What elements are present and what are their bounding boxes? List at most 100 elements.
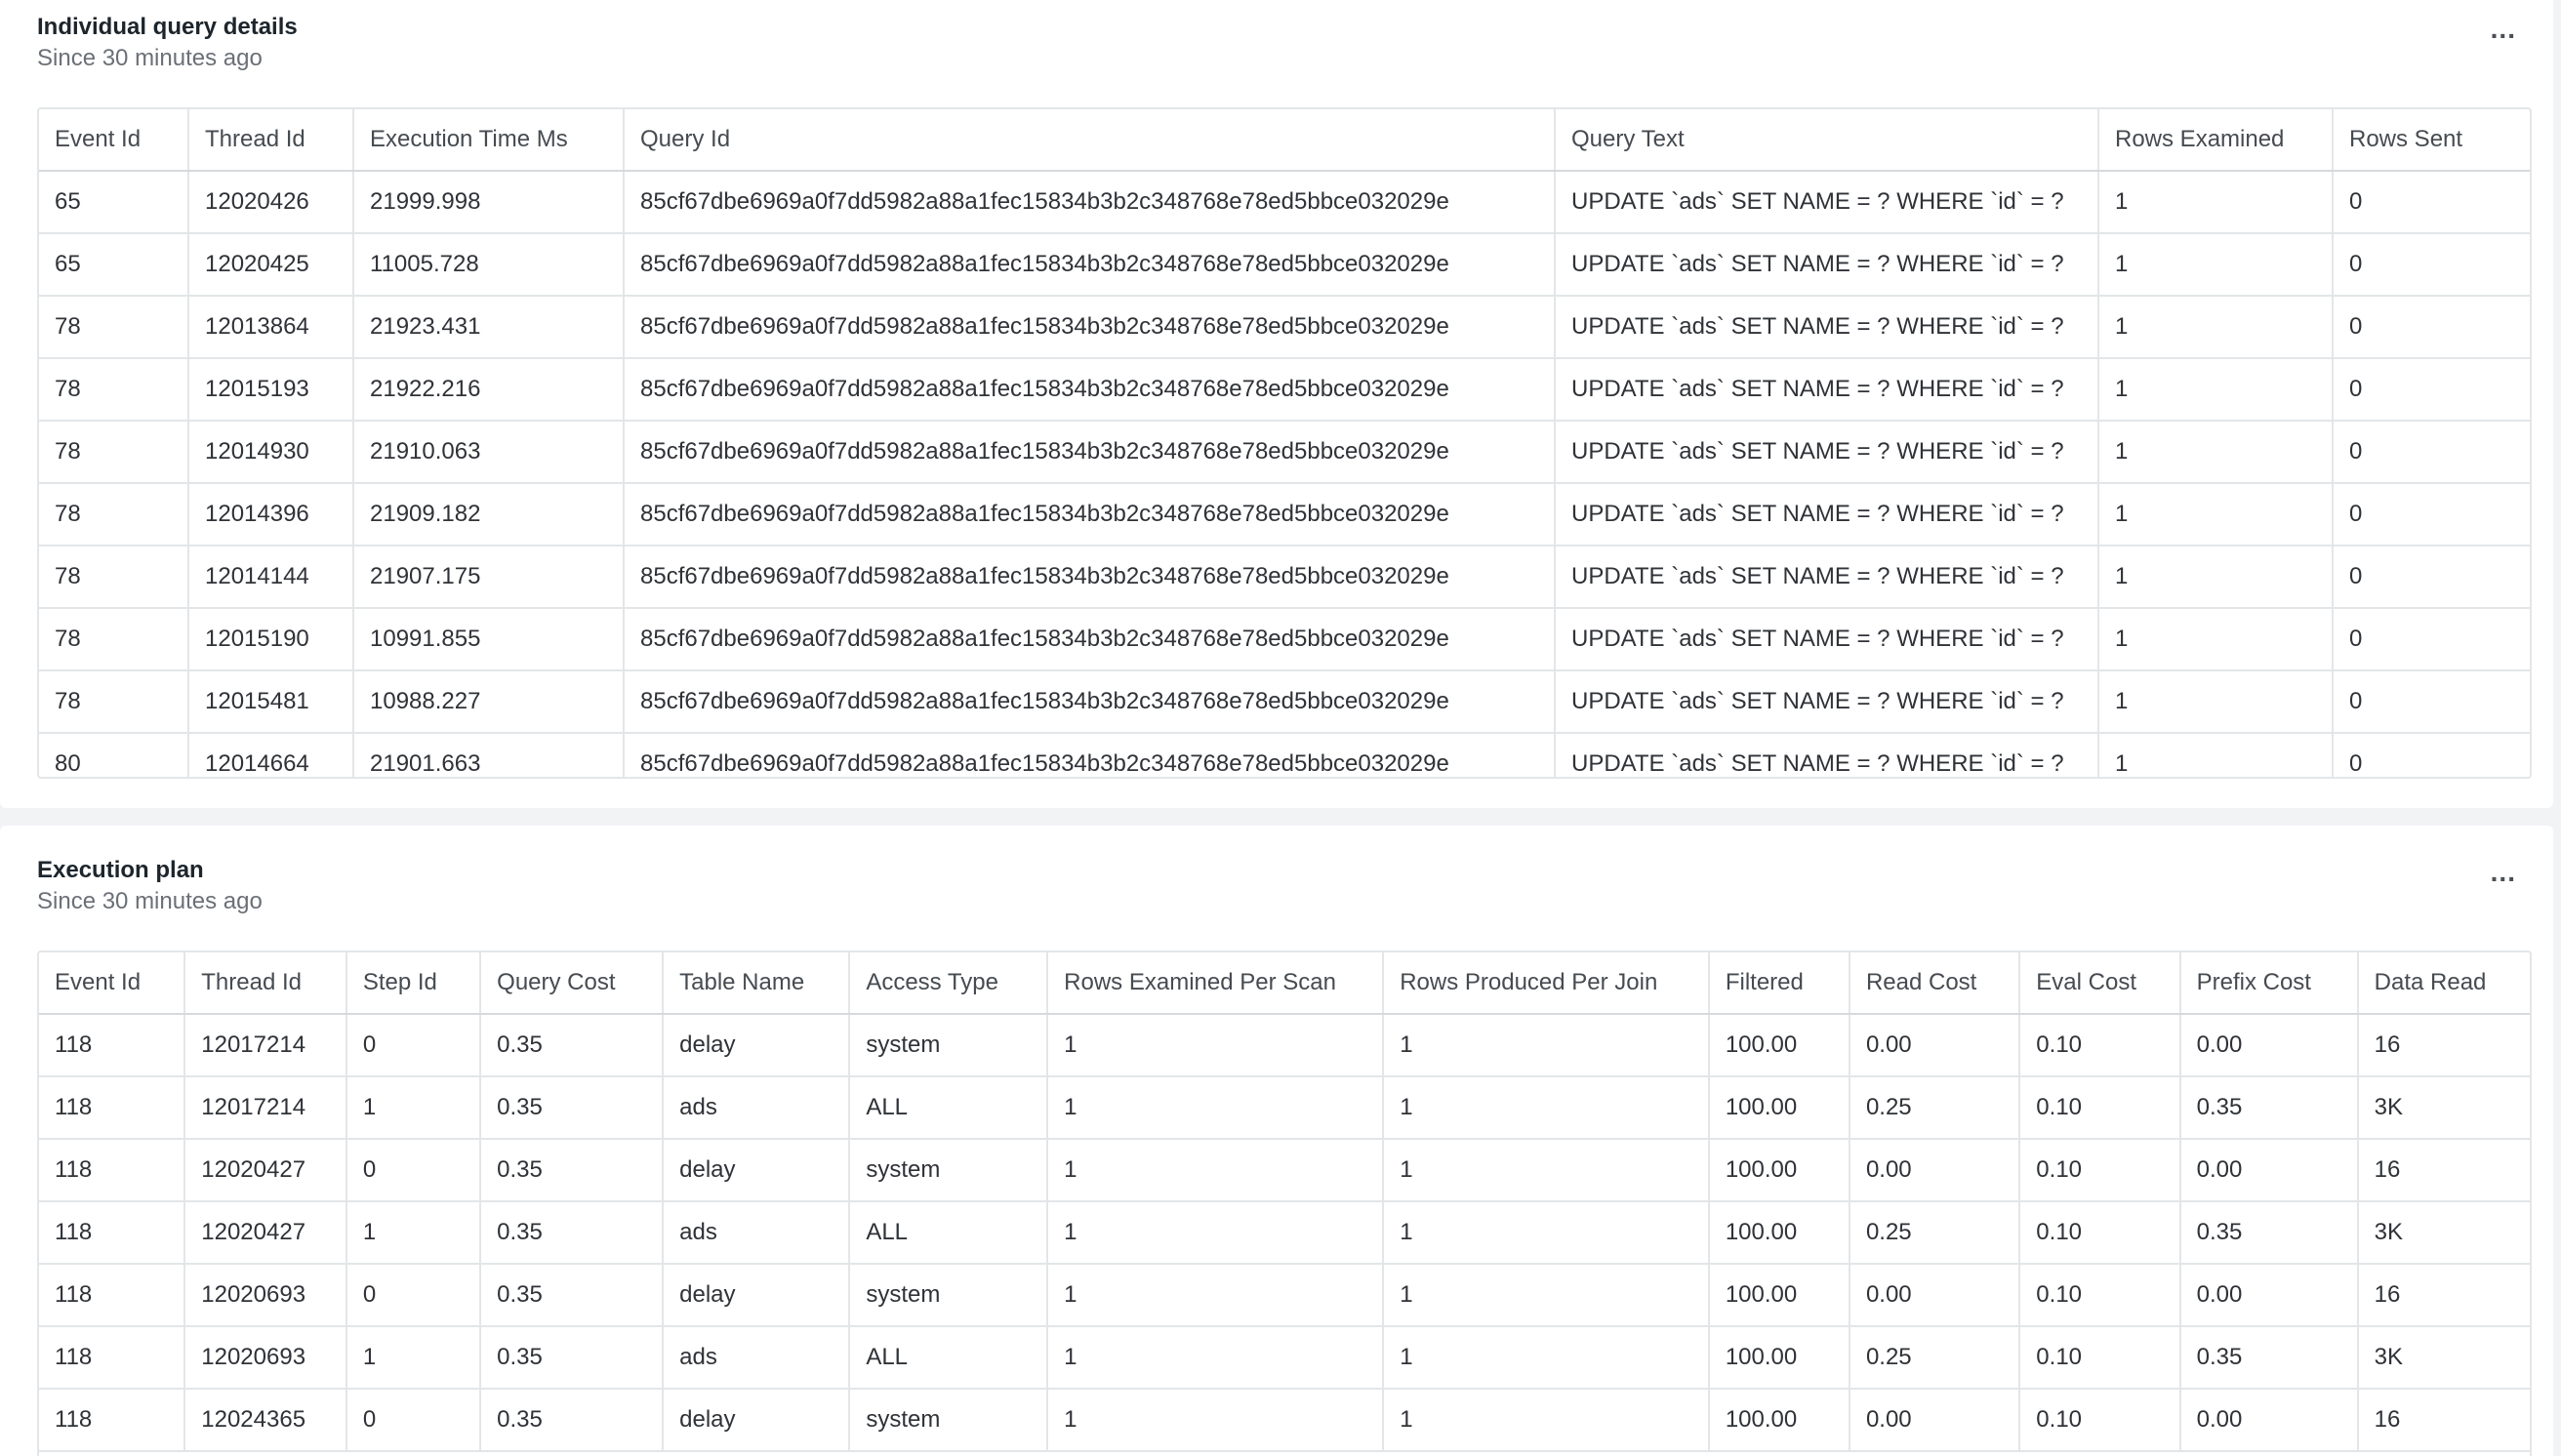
cell-query-id: 85cf67dbe6969a0f7dd5982a88a1fec15834b3b2… — [624, 546, 1556, 609]
query-details-table-container[interactable]: Event Id Thread Id Execution Time Ms Query … — [37, 107, 2532, 779]
cell-rows-produced-per-join: 1 — [1383, 1201, 1710, 1265]
table-row[interactable]: 65 12020426 21999.998 85cf67dbe6969a0f7dd59… — [39, 171, 2530, 234]
cell-execution-time-ms: 10991.855 — [353, 608, 625, 671]
column-header-query-id[interactable]: Query Id — [624, 109, 1556, 172]
panel-subtitle: Since 30 minutes ago — [37, 888, 263, 914]
execution-plan-table-container[interactable]: Event Id Thread Id Step Id Query Cost Table … — [37, 950, 2532, 1456]
cell-eval-cost: 0.10 — [2019, 1389, 2181, 1452]
cell-thread-id: 12020427 — [184, 1139, 347, 1202]
cell-query-id: 85cf67dbe6969a0f7dd5982a88a1fec15834b3b2… — [624, 670, 1556, 734]
cell-event-id: 78 — [39, 608, 189, 671]
column-header-read-cost[interactable]: Read Cost — [1849, 952, 2021, 1015]
cell-query-cost: 0.35 — [480, 1326, 665, 1390]
cell-rows-produced-per-join: 1 — [1383, 1139, 1710, 1202]
cell-data-read: 16 — [2357, 1264, 2530, 1327]
table-row[interactable]: 118 12024365 0 0.35 delay system 1 1 100.00 0.00 0… — [39, 1389, 2530, 1452]
cell-query-cost: 0.35 — [480, 1139, 665, 1202]
cell-rows-sent: 0 — [2333, 608, 2530, 671]
column-header-thread-id[interactable]: Thread Id — [188, 109, 354, 172]
cell-query-text: UPDATE `ads` SET NAME = ? WHERE `id` = ? — [1555, 483, 2099, 546]
panel-menu-button[interactable]: ... — [2491, 859, 2516, 886]
query-details-table: Event Id Thread Id Execution Time Ms Query … — [39, 109, 2530, 777]
column-header-execution-time-ms[interactable]: Execution Time Ms — [353, 109, 625, 172]
table-row[interactable]: 118 12020427 0 0.35 delay system 1 1 100.00 0.00 0… — [39, 1139, 2530, 1202]
table-row[interactable]: 65 12020425 11005.728 85cf67dbe6969a0f7dd59… — [39, 233, 2530, 297]
cell-rows-produced-per-join: 1 — [1383, 1389, 1710, 1452]
cell-query-text: UPDATE `ads` SET NAME = ? WHERE `id` = ? — [1555, 670, 2099, 734]
cell-rows-sent: 0 — [2333, 670, 2530, 734]
cell-query-id: 85cf67dbe6969a0f7dd5982a88a1fec15834b3b2… — [624, 608, 1556, 671]
column-header-filtered[interactable]: Filtered — [1708, 952, 1850, 1015]
cell-rows-sent: 0 — [2333, 296, 2530, 359]
table-row[interactable]: 78 12015193 21922.216 85cf67dbe6969a0f7dd59… — [39, 358, 2530, 422]
column-header-rows-examined-per-scan[interactable]: Rows Examined Per Scan — [1047, 952, 1385, 1015]
cell-data-read: 3K — [2357, 1201, 2530, 1265]
execution-plan-panel: Execution plan Since 30 minutes ago ... … — [0, 826, 2553, 1456]
cell-read-cost: 0.25 — [1849, 1326, 2021, 1390]
cell-query-cost: 0.35 — [480, 1264, 665, 1327]
column-header-query-text[interactable]: Query Text — [1555, 109, 2099, 172]
table-row[interactable]: 78 12015481 10988.227 85cf67dbe6969a0f7dd59… — [39, 670, 2530, 734]
cell-filtered: 100.00 — [1708, 1201, 1850, 1265]
cell-table-name: ads — [663, 1076, 851, 1140]
cell-data-read: 16 — [2357, 1389, 2530, 1452]
column-header-prefix-cost[interactable]: Prefix Cost — [2179, 952, 2359, 1015]
column-header-event-id[interactable]: Event Id — [39, 109, 189, 172]
cell-query-cost: 0.35 — [480, 1389, 665, 1452]
cell-query-cost: 0.35 — [480, 1076, 665, 1140]
cell-rows-examined-per-scan: 1 — [1047, 1076, 1385, 1140]
cell-query-text: UPDATE `ads` SET NAME = ? WHERE `id` = ? — [1555, 171, 2099, 234]
column-header-access-type[interactable]: Access Type — [849, 952, 1049, 1015]
cell-event-id: 118 — [39, 1389, 186, 1452]
table-row[interactable]: 118 12020693 1 0.35 ads ALL 1 1 100.00 0.25 0.10 0.… — [39, 1326, 2530, 1390]
cell-access-type: system — [849, 1389, 1049, 1452]
table-row[interactable]: 80 12014664 21901.663 85cf67dbe6969a0f7dd59… — [39, 733, 2530, 777]
column-header-data-read[interactable]: Data Read — [2357, 952, 2530, 1015]
cell-rows-sent: 0 — [2333, 358, 2530, 422]
cell-thread-id: 12015193 — [188, 358, 354, 422]
table-row[interactable]: 118 12017214 0 0.35 delay system 1 1 100.00 0.00 0… — [39, 1014, 2530, 1077]
cell-query-text: UPDATE `ads` SET NAME = ? WHERE `id` = ? — [1555, 421, 2099, 484]
cell-thread-id: 12020693 — [184, 1264, 347, 1327]
cell-eval-cost: 0.10 — [2019, 1014, 2181, 1077]
cell-table-name: ads — [663, 1326, 851, 1390]
column-header-step-id[interactable]: Step Id — [346, 952, 482, 1015]
cell-query-id: 85cf67dbe6969a0f7dd5982a88a1fec15834b3b2… — [624, 296, 1556, 359]
cell-filtered: 100.00 — [1708, 1076, 1850, 1140]
table-row[interactable]: 118 12017214 1 0.35 ads ALL 1 1 100.00 0.25 0.10 0.… — [39, 1076, 2530, 1140]
cell-table-name: delay — [663, 1389, 851, 1452]
table-row[interactable]: 78 12014930 21910.063 85cf67dbe6969a0f7dd59… — [39, 421, 2530, 484]
cell-prefix-cost: 0.00 — [2179, 1014, 2359, 1077]
column-header-thread-id[interactable]: Thread Id — [184, 952, 347, 1015]
cell-rows-examined-per-scan: 1 — [1047, 1201, 1385, 1265]
panel-menu-button[interactable]: ... — [2491, 16, 2516, 43]
cell-rows-examined: 1 — [2098, 171, 2334, 234]
column-header-event-id[interactable]: Event Id — [39, 952, 186, 1015]
cell-access-type: system — [849, 1264, 1049, 1327]
column-header-rows-examined[interactable]: Rows Examined — [2098, 109, 2334, 172]
cell-prefix-cost: 0.35 — [2179, 1076, 2359, 1140]
table-row[interactable]: 118 12020427 1 0.35 ads ALL 1 1 100.00 0.25 0.10 0.… — [39, 1201, 2530, 1265]
cell-thread-id: 12024365 — [184, 1389, 347, 1452]
table-row[interactable]: 78 12014144 21907.175 85cf67dbe6969a0f7dd59… — [39, 546, 2530, 609]
table-row[interactable]: 118 12020693 0 0.35 delay system 1 1 100.00 0.00 0… — [39, 1264, 2530, 1327]
cell-rows-examined-per-scan: 1 — [1047, 1014, 1385, 1077]
cell-thread-id: 12014930 — [188, 421, 354, 484]
table-header-row: Event Id Thread Id Step Id Query Cost Table … — [39, 952, 2530, 1015]
column-header-rows-produced-per-join[interactable]: Rows Produced Per Join — [1383, 952, 1710, 1015]
column-header-table-name[interactable]: Table Name — [663, 952, 851, 1015]
column-header-eval-cost[interactable]: Eval Cost — [2019, 952, 2181, 1015]
cell-data-read: 16 — [2357, 1139, 2530, 1202]
column-header-query-cost[interactable]: Query Cost — [480, 952, 665, 1015]
column-header-rows-sent[interactable]: Rows Sent — [2333, 109, 2530, 172]
cell-event-id: 78 — [39, 358, 189, 422]
cell-query-id: 85cf67dbe6969a0f7dd5982a88a1fec15834b3b2… — [624, 233, 1556, 297]
cell-thread-id: 12015190 — [188, 608, 354, 671]
table-row[interactable]: 78 12015190 10991.855 85cf67dbe6969a0f7dd59… — [39, 608, 2530, 671]
cell-rows-examined-per-scan: 1 — [1047, 1389, 1385, 1452]
table-row[interactable]: 78 12014396 21909.182 85cf67dbe6969a0f7dd59… — [39, 483, 2530, 546]
cell-event-id: 118 — [39, 1014, 186, 1077]
cell-execution-time-ms: 11005.728 — [353, 233, 625, 297]
table-row[interactable]: 78 12013864 21923.431 85cf67dbe6969a0f7dd59… — [39, 296, 2530, 359]
cell-execution-time-ms: 21910.063 — [353, 421, 625, 484]
